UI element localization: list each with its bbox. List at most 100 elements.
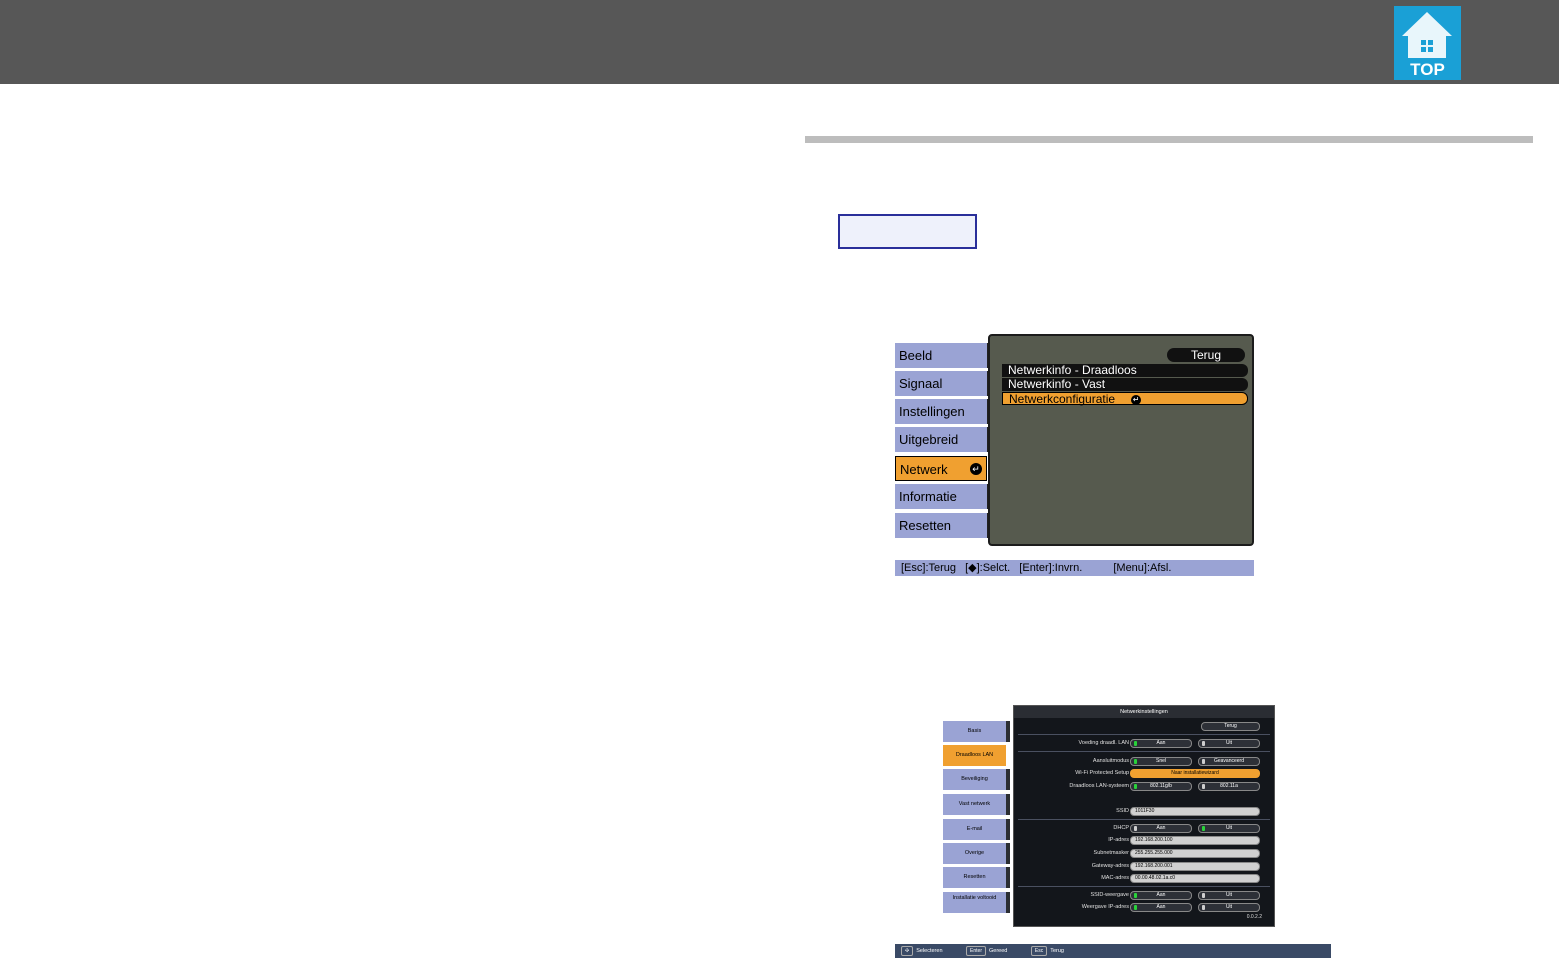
tab-notch (1006, 819, 1010, 840)
tab-notch (1006, 843, 1010, 864)
menu-tab-label: Uitgebreid (899, 432, 959, 447)
menu-tab-instellingen[interactable]: Instellingen (895, 399, 987, 424)
row-label: MAC-adres (1101, 875, 1129, 881)
menu-item-netwerkconfiguratie[interactable]: Netwerkconfiguratie ↵ (1002, 392, 1248, 406)
settings-tab-overige[interactable]: Overige (943, 843, 1006, 864)
network-settings-screenshot: Basis Draadloos LAN Beveiliging Vast net… (943, 705, 1275, 927)
enter-icon: ↵ (970, 463, 982, 475)
option-label: Naar installatiewizard (1171, 770, 1219, 776)
gateway-field[interactable]: 192.168.200.001 (1130, 862, 1260, 871)
row-label: Wi-Fi Protected Setup (1075, 770, 1129, 776)
dhcp-off[interactable]: Uit (1198, 824, 1260, 833)
ip-display-on[interactable]: Aan (1130, 903, 1192, 912)
settings-tab-basis[interactable]: Basis (943, 721, 1006, 742)
settings-tab-beveiliging[interactable]: Beveiliging (943, 769, 1006, 790)
tab-notch (1006, 867, 1010, 888)
subnet-mask-field[interactable]: 255.255.255.000 (1130, 849, 1260, 858)
footer-select-label: Selecteren (916, 948, 943, 954)
option-label: Aan (1156, 825, 1166, 831)
settings-title: Netwerkinstellingen (1014, 706, 1274, 718)
settings-back-button[interactable]: Terug (1201, 722, 1260, 731)
wireless-power-on[interactable]: Aan (1130, 739, 1192, 748)
menu-tab-uitgebreid[interactable]: Uitgebreid (895, 427, 987, 452)
ip-address-field[interactable]: 192.168.200.100 (1130, 836, 1260, 845)
settings-tab-draadloos-lan[interactable]: Draadloos LAN (943, 745, 1006, 766)
option-label: Uit (1225, 892, 1233, 898)
menu-item-netwerkinfo-vast[interactable]: Netwerkinfo - Vast (1002, 378, 1248, 391)
row-label: Subnetmasker (1093, 850, 1129, 856)
row-label: IP-adres (1108, 837, 1129, 843)
row-label: Voeding draadl. LAN (1078, 740, 1129, 746)
menu-footer: [Esc]:Terug [◆]:Selct. [Enter]:Invrn. [M… (895, 560, 1254, 576)
enter-key: Enter (966, 946, 986, 956)
connection-mode-quick[interactable]: Snel (1130, 757, 1192, 766)
wireless-power-off[interactable]: Uit (1198, 739, 1260, 748)
settings-panel: Netwerkinstellingen Terug Voeding draadl… (1013, 705, 1275, 927)
option-label: Uit (1225, 740, 1233, 746)
settings-tab-resetten[interactable]: Resetten (943, 867, 1006, 888)
settings-tab-installatie-voltooid[interactable]: Installatie voltooid (943, 892, 1006, 913)
footer-select: [◆]:Selct. (965, 562, 1011, 574)
row-label: SSID (1116, 808, 1129, 814)
back-button[interactable]: Terug (1167, 348, 1245, 362)
lan-system-a[interactable]: 802.11a (1198, 782, 1260, 791)
menu-tab-label: Resetten (899, 518, 952, 533)
procedure-box (838, 214, 977, 249)
lan-system-gb[interactable]: 802.11g/b (1130, 782, 1192, 791)
menu-item-netwerkinfo-draadloos[interactable]: Netwerkinfo - Draadloos (1002, 364, 1248, 377)
ip-display-off[interactable]: Uit (1198, 903, 1260, 912)
wps-wizard-button[interactable]: Naar installatiewizard (1130, 769, 1260, 778)
radio-off-icon (1202, 759, 1205, 764)
radio-off-icon (1134, 826, 1137, 831)
tab-notch (1006, 769, 1010, 790)
radio-off-icon (1202, 741, 1205, 746)
tab-notch (1006, 892, 1010, 913)
row-label: DHCP (1113, 825, 1129, 831)
option-label: Snel (1155, 758, 1166, 764)
footer-enter: [Enter]:Invrn. (1019, 562, 1083, 574)
menu-tab-label: Instellingen (899, 404, 965, 419)
settings-tab-email[interactable]: E-mail (943, 819, 1006, 840)
config-menu-screenshot: Beeld Signaal Instellingen Uitgebreid Ne… (895, 334, 1254, 576)
radio-on-icon (1134, 759, 1137, 764)
divider (1018, 751, 1270, 752)
divider (1018, 734, 1270, 735)
settings-tab-vast-netwerk[interactable]: Vast netwerk (943, 794, 1006, 815)
radio-off-icon (1202, 905, 1205, 910)
menu-item-label: Netwerkconfiguratie (1009, 392, 1116, 406)
menu-tab-label: Beeld (899, 348, 933, 363)
radio-off-icon (1202, 784, 1205, 789)
dhcp-on[interactable]: Aan (1130, 824, 1192, 833)
row-label: Draadloos LAN-systeem (1069, 783, 1129, 789)
row-label: Gateway-adres (1091, 863, 1129, 869)
menu-tab-informatie[interactable]: Informatie (895, 484, 987, 509)
connection-mode-advanced[interactable]: Geavanceerd (1198, 757, 1260, 766)
tab-notch (1006, 721, 1010, 742)
option-label: Aan (1156, 740, 1166, 746)
menu-tab-label: Informatie (899, 489, 957, 504)
ssid-display-off[interactable]: Uit (1198, 891, 1260, 900)
menu-item-label: Netwerkinfo - Draadloos (1008, 363, 1137, 377)
menu-tab-beeld[interactable]: Beeld (895, 343, 987, 368)
option-label: 802.11g/b (1150, 783, 1172, 789)
option-label: Uit (1225, 825, 1233, 831)
footer-menu: [Menu]:Afsl. (1113, 562, 1172, 574)
menu-tab-netwerk[interactable]: Netwerk ↵ (895, 456, 987, 481)
top-label: TOP (1410, 60, 1445, 79)
menu-tab-signaal[interactable]: Signaal (895, 371, 987, 396)
top-link[interactable]: TOP (1394, 6, 1461, 80)
menu-tab-resetten[interactable]: Resetten (895, 513, 987, 538)
mac-address-field[interactable]: 00.00.48.02.1a.c0 (1130, 874, 1260, 883)
row-label: Weergave IP-adres (1081, 904, 1129, 910)
ssid-field[interactable]: 1011F30 (1130, 807, 1260, 816)
option-label: Aan (1156, 892, 1166, 898)
row-label: SSID-weergave (1090, 892, 1129, 898)
option-label: Uit (1225, 904, 1233, 910)
footer-esc: [Esc]:Terug (901, 562, 957, 574)
esc-key: Esc (1030, 946, 1048, 956)
ssid-display-on[interactable]: Aan (1130, 891, 1192, 900)
select-key-icon: ✣ (901, 946, 914, 956)
menu-tab-label: Signaal (899, 376, 943, 391)
option-label: Geavanceerd (1213, 758, 1245, 764)
section-divider (805, 136, 1533, 143)
